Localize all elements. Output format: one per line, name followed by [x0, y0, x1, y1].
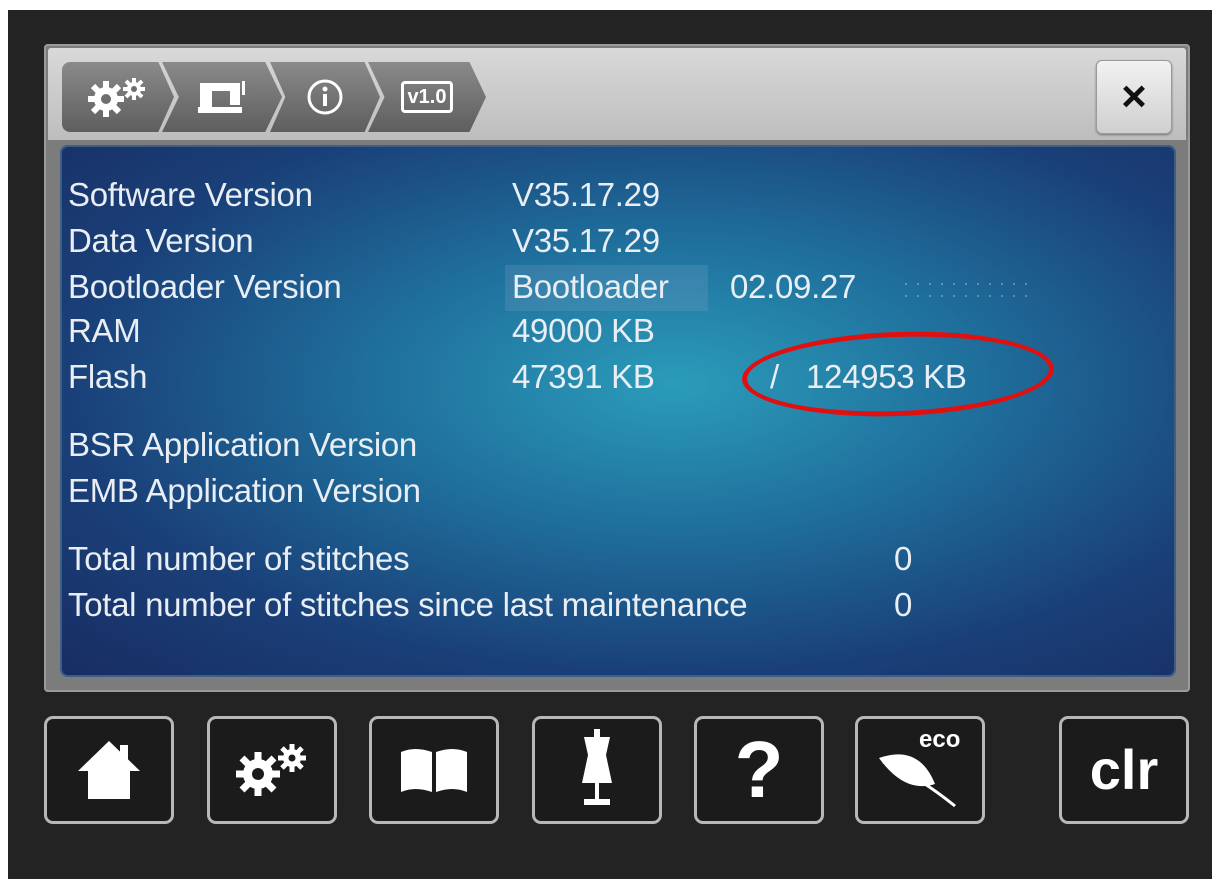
- version-label: v1.0: [407, 86, 447, 108]
- bsr-version-label: BSR Application Version: [68, 426, 417, 463]
- bootloader-version-label: Bootloader Version: [68, 268, 342, 305]
- gears-icon: [88, 78, 145, 117]
- leaf-icon: [879, 754, 956, 808]
- help-button[interactable]: ?: [694, 716, 824, 824]
- software-version-label: Software Version: [68, 176, 313, 213]
- ram-value: 49000 KB: [512, 312, 655, 349]
- total-stitches-label: Total number of stitches: [68, 540, 410, 577]
- breadcrumb-version[interactable]: v1.0: [368, 62, 486, 132]
- help-icon: ?: [734, 725, 784, 814]
- data-version-label: Data Version: [68, 222, 254, 259]
- flash-label: Flash: [68, 358, 148, 395]
- tutorial-button[interactable]: [369, 716, 499, 824]
- software-version-value: V35.17.29: [512, 176, 660, 213]
- info-icon: [307, 79, 343, 115]
- breadcrumb-info[interactable]: [270, 62, 380, 132]
- close-icon: ×: [1121, 72, 1147, 121]
- dotted-texture: [900, 278, 1030, 304]
- clear-icon: clr: [1089, 738, 1159, 801]
- stitches-since-maintenance-value: 0: [894, 586, 913, 623]
- clear-button[interactable]: clr: [1059, 716, 1189, 824]
- setup-button[interactable]: [207, 716, 337, 824]
- gears-icon: [236, 744, 306, 796]
- home-icon: [78, 741, 140, 799]
- dress-form-icon: [582, 729, 612, 805]
- stitches-since-maintenance-label: Total number of stitches since last main…: [68, 586, 748, 623]
- close-button[interactable]: ×: [1096, 60, 1172, 134]
- data-version-value: V35.17.29: [512, 222, 660, 259]
- eco-button[interactable]: eco: [855, 716, 985, 824]
- total-stitches-value: 0: [894, 540, 913, 577]
- bootloader-version-value: 02.09.27: [730, 268, 857, 305]
- ram-label: RAM: [68, 312, 141, 349]
- sewing-machine-icon: [198, 81, 245, 113]
- home-button[interactable]: [44, 716, 174, 824]
- book-icon: [401, 749, 467, 792]
- emb-version-label: EMB Application Version: [68, 472, 421, 509]
- creative-consultant-button[interactable]: [532, 716, 662, 824]
- breadcrumb-machine[interactable]: [162, 62, 282, 132]
- breadcrumb-setup[interactable]: [62, 62, 174, 132]
- eco-leaf-icon: eco: [875, 726, 965, 810]
- flash-used-value: 47391 KB: [512, 358, 655, 395]
- version-icon: v1.0: [400, 81, 454, 113]
- bootloader-name-value: Bootloader: [512, 268, 669, 305]
